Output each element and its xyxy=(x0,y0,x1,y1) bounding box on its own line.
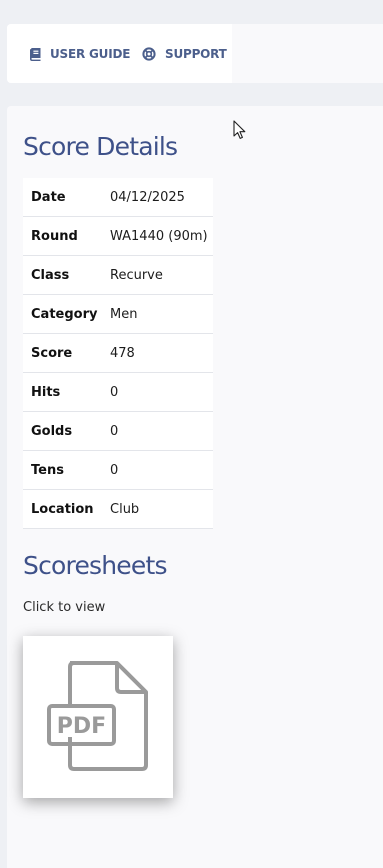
row-value: WA1440 (90m) xyxy=(102,216,213,256)
row-key: Class xyxy=(23,255,102,295)
row-value: 478 xyxy=(102,333,213,373)
user-guide-link[interactable]: USER GUIDE xyxy=(30,44,130,64)
scoresheets-title: Scoresheets xyxy=(23,551,167,580)
row-key: Location xyxy=(23,489,102,529)
table-row: Location Club xyxy=(23,489,213,529)
row-key: Date xyxy=(23,178,102,217)
row-value: 04/12/2025 xyxy=(102,178,213,217)
table-row: Category Men xyxy=(23,294,213,334)
row-key: Score xyxy=(23,333,102,373)
table-row: Round WA1440 (90m) xyxy=(23,216,213,256)
book-icon xyxy=(30,47,41,61)
top-nav-links: USER GUIDE SUPPORT xyxy=(7,24,232,83)
row-value: Recurve xyxy=(102,255,213,295)
support-link[interactable]: SUPPORT xyxy=(142,44,227,64)
row-value: 0 xyxy=(102,372,213,412)
score-details-title: Score Details xyxy=(23,132,178,161)
table-row: Class Recurve xyxy=(23,255,213,295)
row-value: 0 xyxy=(102,411,213,451)
table-row: Tens 0 xyxy=(23,450,213,490)
score-details-table: Date 04/12/2025 Round WA1440 (90m) Class… xyxy=(23,178,213,529)
support-label: SUPPORT xyxy=(165,47,227,61)
pdf-file-icon: PDF xyxy=(47,661,148,771)
row-value: 0 xyxy=(102,450,213,490)
row-key: Golds xyxy=(23,411,102,451)
row-key: Round xyxy=(23,216,102,256)
click-to-view-hint: Click to view xyxy=(23,600,106,615)
row-key: Hits xyxy=(23,372,102,412)
lifebuoy-icon xyxy=(142,47,156,61)
row-value: Men xyxy=(102,294,213,334)
row-value: Club xyxy=(102,489,213,529)
table-row: Golds 0 xyxy=(23,411,213,451)
row-key: Tens xyxy=(23,450,102,490)
scoresheet-thumbnail[interactable]: PDF xyxy=(23,636,173,798)
user-guide-label: USER GUIDE xyxy=(50,47,131,61)
table-row: Date 04/12/2025 xyxy=(23,178,213,217)
main-content-panel: Score Details Date 04/12/2025 Round WA14… xyxy=(7,106,383,868)
pdf-icon-label: PDF xyxy=(57,714,106,739)
row-key: Category xyxy=(23,294,102,334)
top-nav-bar: USER GUIDE SUPPORT xyxy=(7,24,383,83)
table-row: Hits 0 xyxy=(23,372,213,412)
table-row: Score 478 xyxy=(23,333,213,373)
